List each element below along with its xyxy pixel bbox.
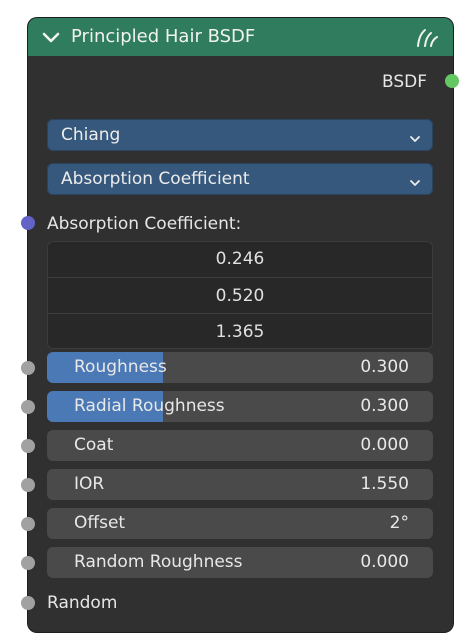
bsdf-output-socket[interactable] [445, 74, 459, 88]
random-socket[interactable] [21, 596, 35, 610]
radial-roughness-socket[interactable] [21, 400, 35, 414]
offset-label: Offset [74, 513, 126, 533]
ior-socket[interactable] [21, 478, 35, 492]
coat-label: Coat [74, 435, 114, 455]
absorption-coefficient-socket[interactable] [21, 216, 35, 230]
collapse-chevron-icon[interactable] [42, 30, 60, 49]
ior-field[interactable]: IOR 1.550 [47, 469, 433, 500]
roughness-value: 0.300 [360, 357, 409, 377]
random-roughness-socket[interactable] [21, 556, 35, 570]
principled-hair-bsdf-node[interactable]: Principled Hair BSDF BSDF Chiang Absorpt… [28, 18, 453, 632]
ior-label: IOR [74, 474, 105, 494]
chevron-down-icon [409, 129, 421, 148]
roughness-label: Roughness [74, 357, 167, 377]
coat-socket[interactable] [21, 439, 35, 453]
absorption-coefficient-label: Absorption Coefficient: [47, 214, 242, 234]
coat-field[interactable]: Coat 0.000 [47, 430, 433, 461]
random-input-label: Random [47, 593, 118, 613]
ior-value: 1.550 [360, 474, 409, 494]
chevron-down-icon [409, 173, 421, 192]
parametrization-dropdown-value: Absorption Coefficient [61, 169, 250, 189]
bsdf-output-label: BSDF [381, 72, 427, 92]
absorption-coefficient-vector[interactable]: 0.246 0.520 1.365 [47, 241, 433, 349]
coat-value: 0.000 [360, 435, 409, 455]
radial-roughness-label: Radial Roughness [74, 396, 225, 416]
offset-field[interactable]: Offset 2° [47, 508, 433, 539]
radial-roughness-value: 0.300 [360, 396, 409, 416]
random-roughness-field[interactable]: Random Roughness 0.000 [47, 547, 433, 578]
roughness-socket[interactable] [21, 361, 35, 375]
offset-socket[interactable] [21, 517, 35, 531]
vector-y-field[interactable]: 0.520 [47, 277, 433, 314]
model-dropdown-value: Chiang [61, 125, 121, 145]
roughness-slider[interactable]: Roughness 0.300 [47, 352, 433, 383]
model-dropdown[interactable]: Chiang [47, 119, 433, 151]
offset-value: 2° [389, 513, 409, 533]
vector-x-field[interactable]: 0.246 [47, 241, 433, 277]
node-header[interactable]: Principled Hair BSDF [28, 18, 453, 56]
random-roughness-label: Random Roughness [74, 552, 243, 572]
hair-curves-icon [415, 27, 439, 51]
vector-z-field[interactable]: 1.365 [47, 313, 433, 350]
parametrization-dropdown[interactable]: Absorption Coefficient [47, 163, 433, 195]
random-roughness-value: 0.000 [360, 552, 409, 572]
radial-roughness-slider[interactable]: Radial Roughness 0.300 [47, 391, 433, 422]
node-title: Principled Hair BSDF [71, 26, 256, 47]
